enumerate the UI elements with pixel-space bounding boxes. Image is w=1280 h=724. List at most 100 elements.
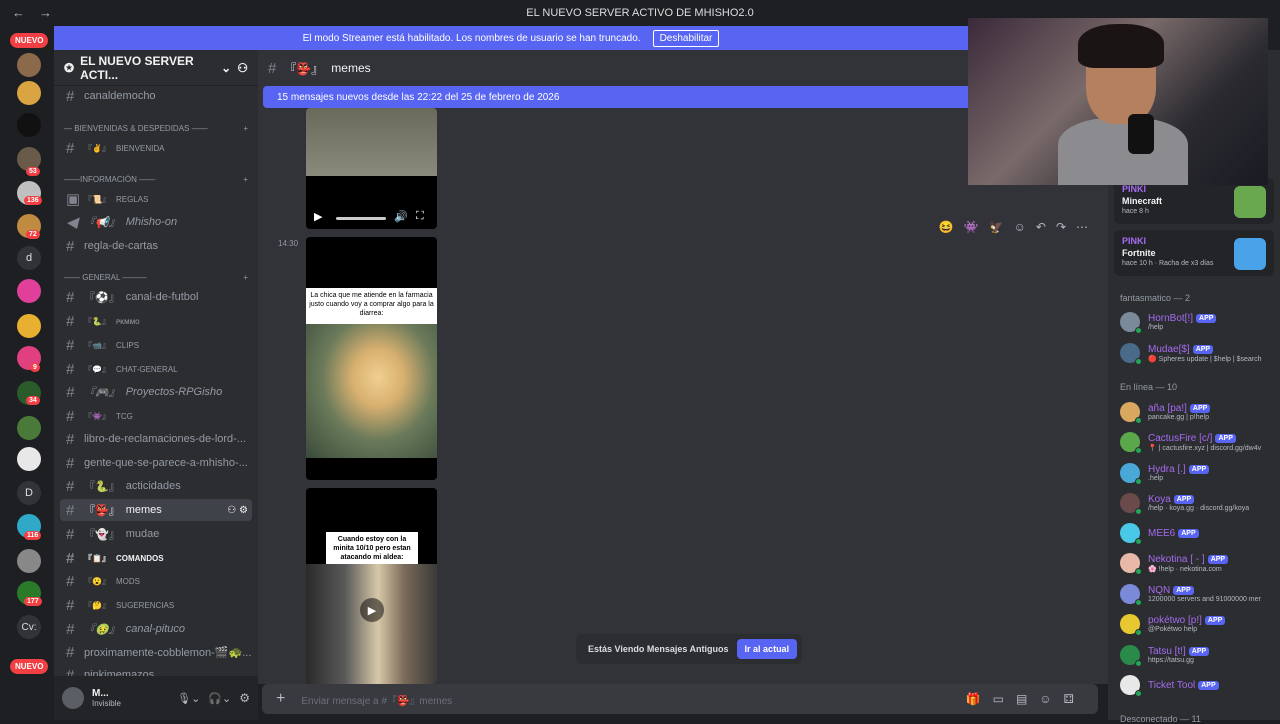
avatar[interactable] — [62, 687, 84, 709]
member-item[interactable]: Koya APP/help · koya.gg · discord.gg/koya — [1120, 489, 1280, 517]
server-letter-D[interactable]: D — [17, 481, 41, 505]
app-badge: APP — [1207, 554, 1229, 564]
server-icon[interactable] — [17, 416, 41, 440]
mic-icon[interactable]: 🎙⌄ — [177, 692, 200, 705]
member-item[interactable]: Nekotina [ - ] APP 🌸 !help · nekotina.com — [1120, 549, 1280, 577]
channel-mods[interactable]: # 『😮』 MODS — [60, 570, 252, 592]
member-item[interactable]: Mudae[$] APP 🔴 Spheres update | $help | $s… — [1120, 339, 1280, 367]
play-icon[interactable]: ▶ — [360, 598, 384, 622]
channel-canaldemocho[interactable]: # canaldemocho — [60, 85, 252, 107]
member-item[interactable]: MEE6 APP — [1120, 519, 1280, 547]
channel-sugerencias[interactable]: # 『🤔』 SUGERENCIAS — [60, 594, 252, 616]
reaction-icon[interactable]: 👾 — [964, 220, 979, 234]
channel-prefix: 『👻』 — [84, 529, 120, 541]
headphones-icon[interactable]: 🎧⌄ — [208, 692, 231, 705]
channel-comandos[interactable]: # 『📋』 COMANDOS — [60, 547, 252, 569]
app-badge: APP — [1204, 616, 1226, 625]
server-icon[interactable] — [17, 113, 41, 137]
channel-mudae[interactable]: # 『👻』 mudae — [60, 523, 252, 545]
channel-label: canal-de-futbol — [125, 291, 199, 303]
gear-icon: ✪ — [64, 60, 75, 75]
forward-icon[interactable]: ↷ — [1056, 220, 1066, 234]
meme-photo — [306, 564, 437, 684]
member-name: aña [pa!] — [1148, 403, 1187, 414]
channel-bienvenida[interactable]: # 『✌』 BIENVENIDA — [60, 137, 252, 159]
attach-plus-icon[interactable]: + — [276, 690, 285, 708]
play-icon[interactable]: ▶ — [314, 210, 322, 223]
channel-tcg[interactable]: # 『👾』 TCG — [60, 405, 252, 427]
server-letter-d[interactable]: d — [17, 246, 41, 270]
channel-pituco[interactable]: # 『🤢』 canal-pituco — [60, 618, 252, 640]
member-item[interactable]: Ticket Tool APP — [1120, 671, 1280, 699]
hash-icon: # — [66, 312, 75, 330]
message-composer[interactable]: + Enviar mensaje a #『👺』memes 🎁▭▤☺⚃ — [262, 684, 1098, 714]
channel-clips[interactable]: # 『📹』 CLIPS — [60, 334, 252, 356]
member-name: Koya — [1148, 494, 1171, 505]
server-icon[interactable] — [17, 279, 41, 303]
activity-card[interactable]: PINKI Fortnite hace 10 h · Racha de x3 d… — [1114, 230, 1274, 276]
image-attachment[interactable]: La chica que me atiende en la farmacia j… — [306, 237, 437, 480]
channel-settings-icon[interactable]: ⚇ ⚙ — [227, 505, 248, 516]
disable-streamer-button[interactable]: Deshabilitar — [652, 29, 720, 47]
member-item[interactable]: NQN APP 1200000 servers and 91000000 mer — [1120, 580, 1280, 608]
app-badge: APP — [1188, 465, 1210, 474]
app-badge: APP — [1215, 433, 1236, 443]
channel-gente[interactable]: # gente-que-se-parece-a-mhisho-... — [60, 452, 252, 474]
channel-mhisho-on[interactable]: ◀ 『📢』 Mhisho-on — [60, 211, 252, 233]
message-input[interactable]: Enviar mensaje a #『👺』memes — [301, 692, 452, 707]
message-time: 14:30 — [278, 239, 299, 248]
member-item[interactable]: CactusFire [c/] APP 📍 | cactusfire.xyz | d… — [1120, 428, 1280, 456]
settings-icon[interactable]: ⚙ — [239, 691, 250, 705]
channel-reglas[interactable]: ▣ 『📜』 REGLAS — [60, 188, 252, 210]
channel-libro[interactable]: # libro-de-reclamaciones-de-lord-... — [60, 428, 252, 450]
jump-to-present-button[interactable]: Ir al actual — [736, 639, 798, 659]
server-letter-cv[interactable]: Cv: — [17, 615, 41, 639]
video-seekbar[interactable] — [336, 217, 386, 220]
channel-futbol[interactable]: # 『⚽』 canal-de-futbol — [60, 286, 252, 308]
volume-icon[interactable]: 🔊 — [394, 210, 408, 223]
channel-acticidades[interactable]: # 『🐍』 acticidades — [60, 475, 252, 497]
channel-label: gente-que-se-parece-a-mhisho-... — [84, 457, 248, 469]
member-item[interactable]: aña [pa!] APP pancake.gg | p!help — [1120, 398, 1280, 426]
channel-proyectos[interactable]: # 『🎮』 Proyectos-RPGisho — [60, 381, 252, 403]
reply-icon[interactable]: ↶ — [1036, 220, 1046, 234]
category-informacion[interactable]: ——INFORMACIÓN —— + — [64, 175, 248, 184]
member-item[interactable]: HornBot[!] APP/help — [1120, 308, 1280, 336]
category-general[interactable]: —— GENERAL ——— + — [64, 273, 248, 282]
server-icon[interactable] — [17, 549, 41, 573]
new-messages-bar[interactable]: 15 mensajes nuevos desde las 22:22 del 2… — [263, 86, 973, 108]
video-attachment[interactable]: Cuando estoy con la minita 10/10 pero es… — [306, 488, 437, 684]
category-bienvenidas[interactable]: — BIENVENIDAS & DESPEDIDAS —— + — [64, 124, 248, 133]
add-member-icon[interactable]: ⚇ — [237, 61, 248, 75]
minecraft-icon — [1234, 186, 1266, 218]
server-icon[interactable] — [17, 314, 41, 338]
add-reaction-icon[interactable]: ☺ — [1014, 220, 1026, 234]
server-header[interactable]: ✪ EL NUEVO SERVER ACTI... ⌄ ⚇ — [54, 50, 258, 86]
member-item[interactable]: Hydra [.] APP .help — [1120, 459, 1280, 487]
more-icon[interactable]: ⋯ — [1076, 220, 1088, 234]
channel-header-name: memes — [331, 61, 371, 75]
channel-label: acticidades — [125, 480, 181, 492]
channel-pkmmo[interactable]: # 『🐍』 ᴘᴋᴍᴍᴏ — [60, 310, 252, 332]
member-item[interactable]: pokétwo [p!] APP @Pokétwo help — [1120, 610, 1280, 638]
channel-cobblemon[interactable]: # proximamente-cobblemon-🎬🐢... — [60, 641, 252, 663]
server-icon[interactable] — [17, 81, 41, 105]
reaction-icon[interactable]: 😆 — [939, 220, 954, 234]
unread-badge: 34 — [26, 396, 40, 405]
video-attachment[interactable]: ▶ 🔊 ⛶ — [306, 108, 437, 229]
plus-icon[interactable]: + — [243, 124, 248, 133]
channel-memes[interactable]: # 『👺』 memes ⚇ ⚙ — [60, 499, 252, 521]
avatar — [1120, 553, 1142, 575]
reaction-icon[interactable]: 🦅 — [989, 220, 1004, 234]
fullscreen-icon[interactable]: ⛶ — [416, 210, 424, 223]
server-icon[interactable] — [17, 53, 41, 77]
channel-chat-general[interactable]: # 『💬』 CHAT-GENERAL — [60, 358, 252, 380]
server-icon[interactable] — [17, 447, 41, 471]
composer-tools-icon[interactable]: 🎁▭▤☺⚃ — [966, 692, 1086, 706]
channel-regla-de-cartas[interactable]: # regla-de-cartas — [60, 235, 252, 257]
plus-icon[interactable]: + — [243, 273, 248, 282]
channel-prefix: 『😮』 — [84, 576, 110, 586]
hash-icon: # — [66, 430, 75, 448]
member-item[interactable]: Tatsu [t!] APP https://tatsu.gg — [1120, 641, 1280, 669]
plus-icon[interactable]: + — [243, 175, 248, 184]
